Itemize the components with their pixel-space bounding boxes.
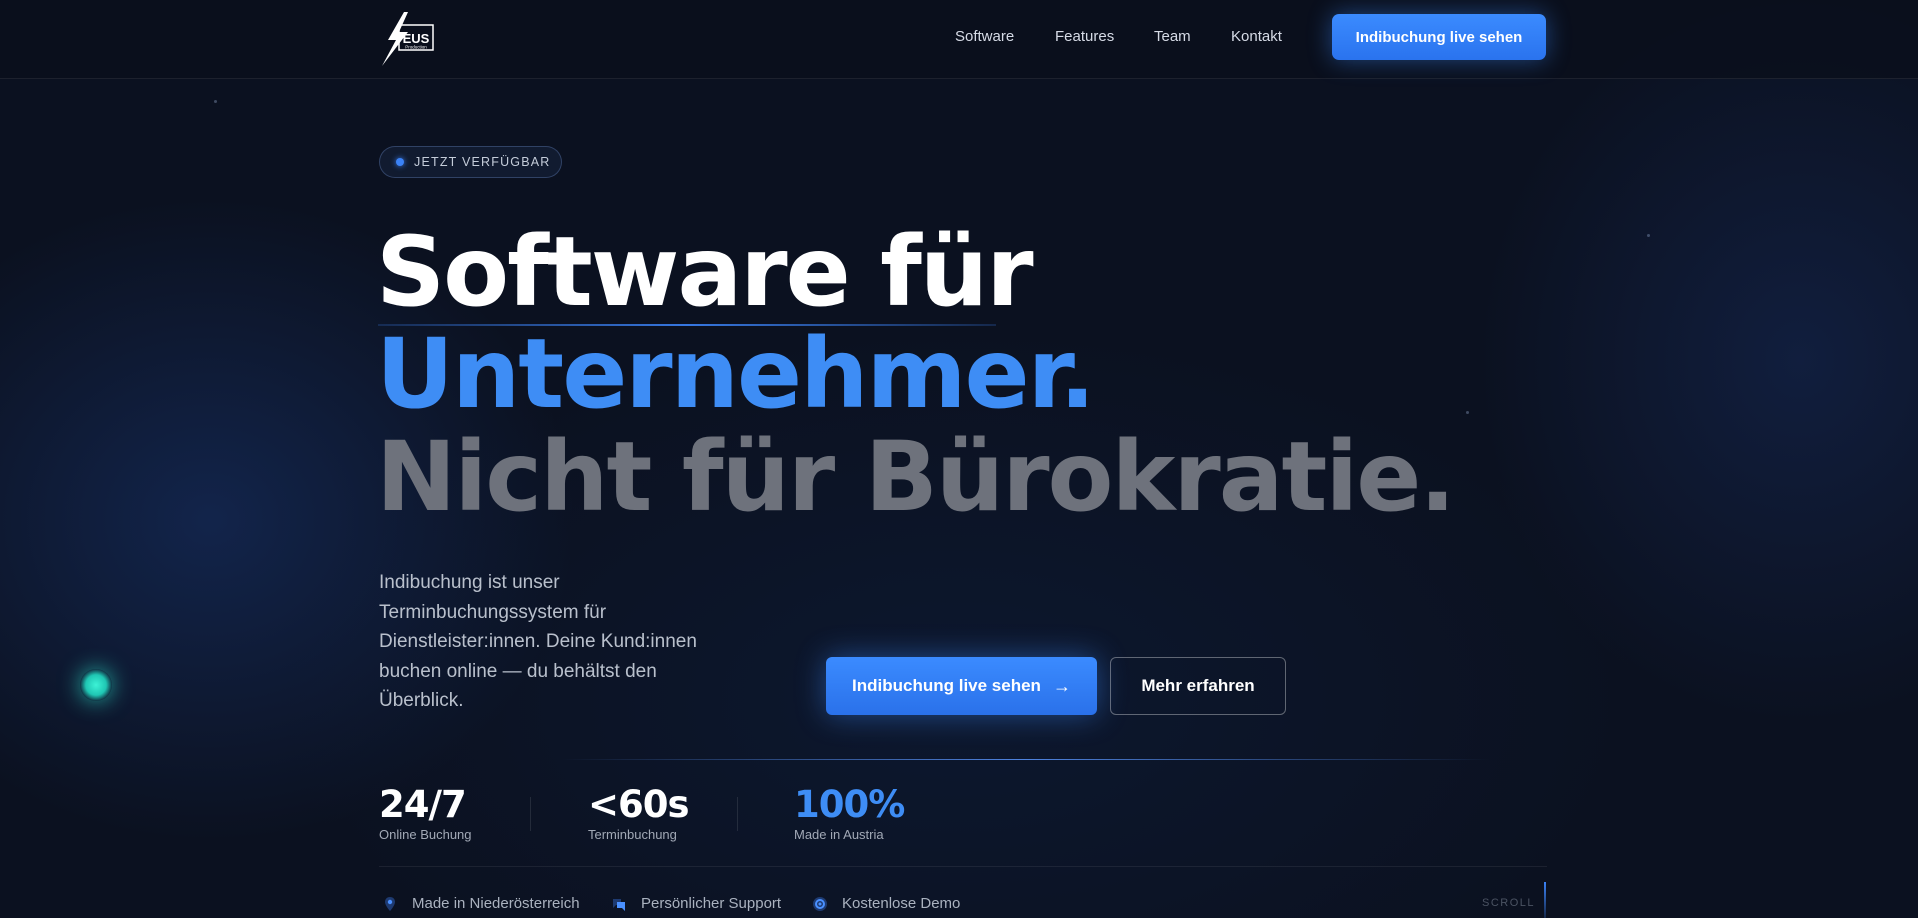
nav-link-kontakt[interactable]: Kontakt [1231,28,1282,45]
star-dot [214,100,217,103]
stat-label: Made in Austria [794,827,884,842]
feature-label: Persönlicher Support [641,895,782,912]
scroll-indicator-label: SCROLL [1482,897,1536,909]
feature-item: Made in Niederösterreich [382,895,580,912]
chat-bubbles-icon [613,898,625,911]
feature-label: Kostenlose Demo [842,895,961,912]
feature-item: Kostenlose Demo [812,895,960,912]
logo-subtext: Production [405,45,427,50]
nav-link-team[interactable]: Team [1154,28,1191,45]
glow-divider [560,759,1490,760]
location-pin-icon [385,896,395,911]
star-dot [1466,411,1469,414]
teal-glow-orb [80,669,112,701]
stat-label: Online Buchung [379,827,472,842]
status-dot-icon [396,158,404,166]
stat-value: <60s [588,783,690,826]
page: EUS Production Software Features Team Ko… [0,0,1918,918]
target-icon [813,896,827,911]
stat-value: 24/7 [379,783,467,826]
stat-separator [737,797,738,831]
learn-more-button[interactable]: Mehr erfahren [1110,657,1286,715]
headline-line-3: Nicht für Bürokratie. [376,421,1456,533]
headline-line-2: Unternehmer. [376,318,1096,430]
nav-link-software[interactable]: Software [955,28,1014,45]
header-cta-button[interactable]: Indibuchung live sehen [1332,14,1546,60]
star-dot [1647,234,1650,237]
arrow-right-icon: → [1052,675,1071,696]
stat-separator [530,797,531,831]
availability-badge: JETZT VERFÜGBAR [379,146,562,178]
site-header: EUS Production Software Features Team Ko… [0,0,1918,79]
scroll-indicator-bar [1544,882,1546,918]
section-divider [379,866,1547,867]
primary-cta-label: Indibuchung live sehen [852,676,1041,695]
headline-line-1: Software für [376,216,1034,328]
logo-icon[interactable]: EUS Production [378,10,436,66]
stat-label: Terminbuchung [588,827,677,842]
badge-label: JETZT VERFÜGBAR [414,155,551,169]
hero-description: Indibuchung ist unser Terminbuchungssyst… [379,572,697,711]
feature-item: Persönlicher Support [611,895,781,912]
feature-label: Made in Niederösterreich [412,895,580,912]
nav-link-features[interactable]: Features [1055,28,1114,45]
primary-cta-button[interactable]: Indibuchung live sehen → [826,657,1097,715]
stat-value: 100% [794,783,905,826]
